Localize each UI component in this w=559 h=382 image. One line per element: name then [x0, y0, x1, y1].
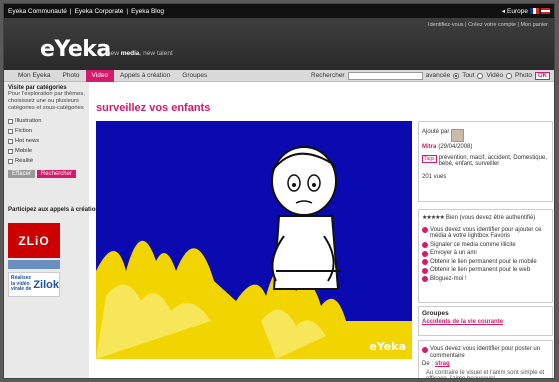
flag-icon	[422, 242, 428, 248]
comment-from-label: De :	[422, 361, 434, 367]
category-illustration[interactable]: Illustration	[8, 118, 85, 124]
main-nav: Mon Eyeka Photo Video Appels à création …	[4, 69, 554, 82]
send-friend-link[interactable]: Envoyer à un ami	[430, 250, 477, 257]
tags-list[interactable]: prévention, macif, accident, Domestique,…	[439, 155, 549, 168]
tab-appels[interactable]: Appels à création	[114, 70, 176, 82]
category-hot-news[interactable]: Hot news	[8, 138, 85, 144]
expand-icon[interactable]	[8, 138, 13, 144]
tab-groupes[interactable]: Groupes	[176, 70, 213, 82]
search-input[interactable]	[347, 71, 423, 80]
video-watermark: eYeka	[369, 340, 406, 353]
radio-video[interactable]	[477, 72, 484, 79]
link-community[interactable]: Eyeka Communauté	[8, 8, 67, 15]
mobile-link[interactable]: Obtenir le lien permanent pour le mobile	[430, 259, 537, 266]
region-label: Europe	[507, 7, 528, 15]
mail-icon	[422, 250, 428, 257]
groups-panel: Groupes Accidents de la vie courante	[418, 306, 553, 336]
author-link[interactable]: Mitra	[422, 144, 436, 151]
comments-panel: Vous devez vous identifier pour poster u…	[418, 340, 553, 379]
heart-icon	[422, 227, 428, 233]
expand-icon[interactable]	[8, 148, 13, 154]
sidebar-description: Pour l'exploration par thèmes, choisisse…	[8, 91, 85, 111]
tagline: new media, new talent	[107, 50, 173, 57]
web-link[interactable]: Obtenir le lien permanent pour le web	[430, 267, 530, 274]
rating-text: Bien (vous devez être authentifié)	[445, 215, 536, 221]
video-frame-illustration	[96, 146, 412, 359]
comment-user-link[interactable]: strag	[435, 361, 450, 368]
eyeka-logo[interactable]: eYeka	[40, 37, 111, 62]
page-title: surveillez vos enfants	[96, 102, 211, 114]
zilok-banner[interactable]: Réalisez la vidéo virale de Zilok	[8, 272, 60, 297]
tags-icon: Tags	[422, 154, 437, 163]
france-flag-icon[interactable]	[530, 8, 539, 14]
comment-text: Au contraire le visuel et l'anim sont si…	[426, 369, 545, 379]
radio-photo[interactable]	[506, 72, 512, 79]
advanced-search-link[interactable]: avancée	[426, 72, 451, 79]
blog-icon	[422, 276, 428, 282]
search-area: Rechercher avancée Tout Vidéo Photo OK	[311, 71, 554, 80]
search-label: Rechercher	[311, 72, 345, 79]
zlio-banner[interactable]: ZLiO	[8, 223, 60, 258]
rating-stars-icon[interactable]: ★★★★★	[422, 215, 445, 222]
tab-photo[interactable]: Photo	[57, 70, 86, 82]
added-by-label: Ajouté par	[422, 129, 450, 135]
account-links[interactable]: Identifiez-vous | Créez votre compte | M…	[428, 22, 548, 28]
added-date: (29/04/2008)	[438, 144, 473, 150]
tab-video[interactable]: Video	[85, 69, 115, 82]
ok-button[interactable]: OK	[535, 71, 550, 80]
category-fiction[interactable]: Fiction	[8, 128, 85, 134]
link-blog[interactable]: Eyeka Blog	[131, 8, 164, 15]
favoris-text[interactable]: Vous devez vous identifier pour ajouter …	[430, 227, 549, 240]
link-corporate[interactable]: Eyeka Corporate	[75, 8, 124, 15]
expand-icon[interactable]	[8, 128, 13, 134]
tab-mon-eyeka[interactable]: Mon Eyeka	[12, 70, 57, 82]
web-link-icon	[422, 267, 428, 274]
comment-login-prompt[interactable]: Vous devez vous identifier pour poster u…	[430, 346, 549, 359]
page: Eyeka Communauté | Eyeka Corporate | Eyeka…	[3, 3, 555, 379]
expand-icon[interactable]	[8, 118, 13, 124]
view-count: 201 vues	[422, 173, 447, 180]
top-bar: Eyeka Communauté | Eyeka Corporate | Eyeka…	[4, 4, 554, 18]
report-link[interactable]: Signaler ce media comme illicite	[430, 242, 516, 249]
reset-button[interactable]: Effacer	[8, 170, 35, 178]
info-panel: Ajouté par Mitra (29/04/2008) Tags prévent…	[418, 121, 553, 202]
banner-strip[interactable]	[8, 260, 60, 269]
radio-tout[interactable]	[453, 72, 460, 79]
expand-icon[interactable]	[8, 158, 13, 164]
region-selector[interactable]: ◂ Europe	[502, 7, 550, 15]
category-realite[interactable]: Réalité	[8, 158, 85, 164]
header: Identifiez-vous | Créez votre compte | M…	[4, 18, 554, 70]
group-link[interactable]: Accidents de la vie courante	[422, 319, 549, 325]
actions-panel: ★★★★★ Bien (vous devez être authentifié) …	[418, 209, 553, 303]
uk-flag-icon[interactable]	[541, 8, 550, 14]
comment-icon	[422, 346, 428, 353]
caret-left-icon: ◂	[501, 8, 506, 15]
mobile-icon	[422, 259, 428, 265]
category-search-button[interactable]: Rechercher	[36, 170, 76, 178]
category-mobile[interactable]: Mobile	[8, 148, 85, 154]
avatar[interactable]	[451, 129, 465, 142]
blog-link[interactable]: Bloguez-moi !	[430, 276, 467, 283]
groups-heading: Groupes	[422, 310, 449, 317]
video-player[interactable]: eYeka	[96, 121, 412, 359]
